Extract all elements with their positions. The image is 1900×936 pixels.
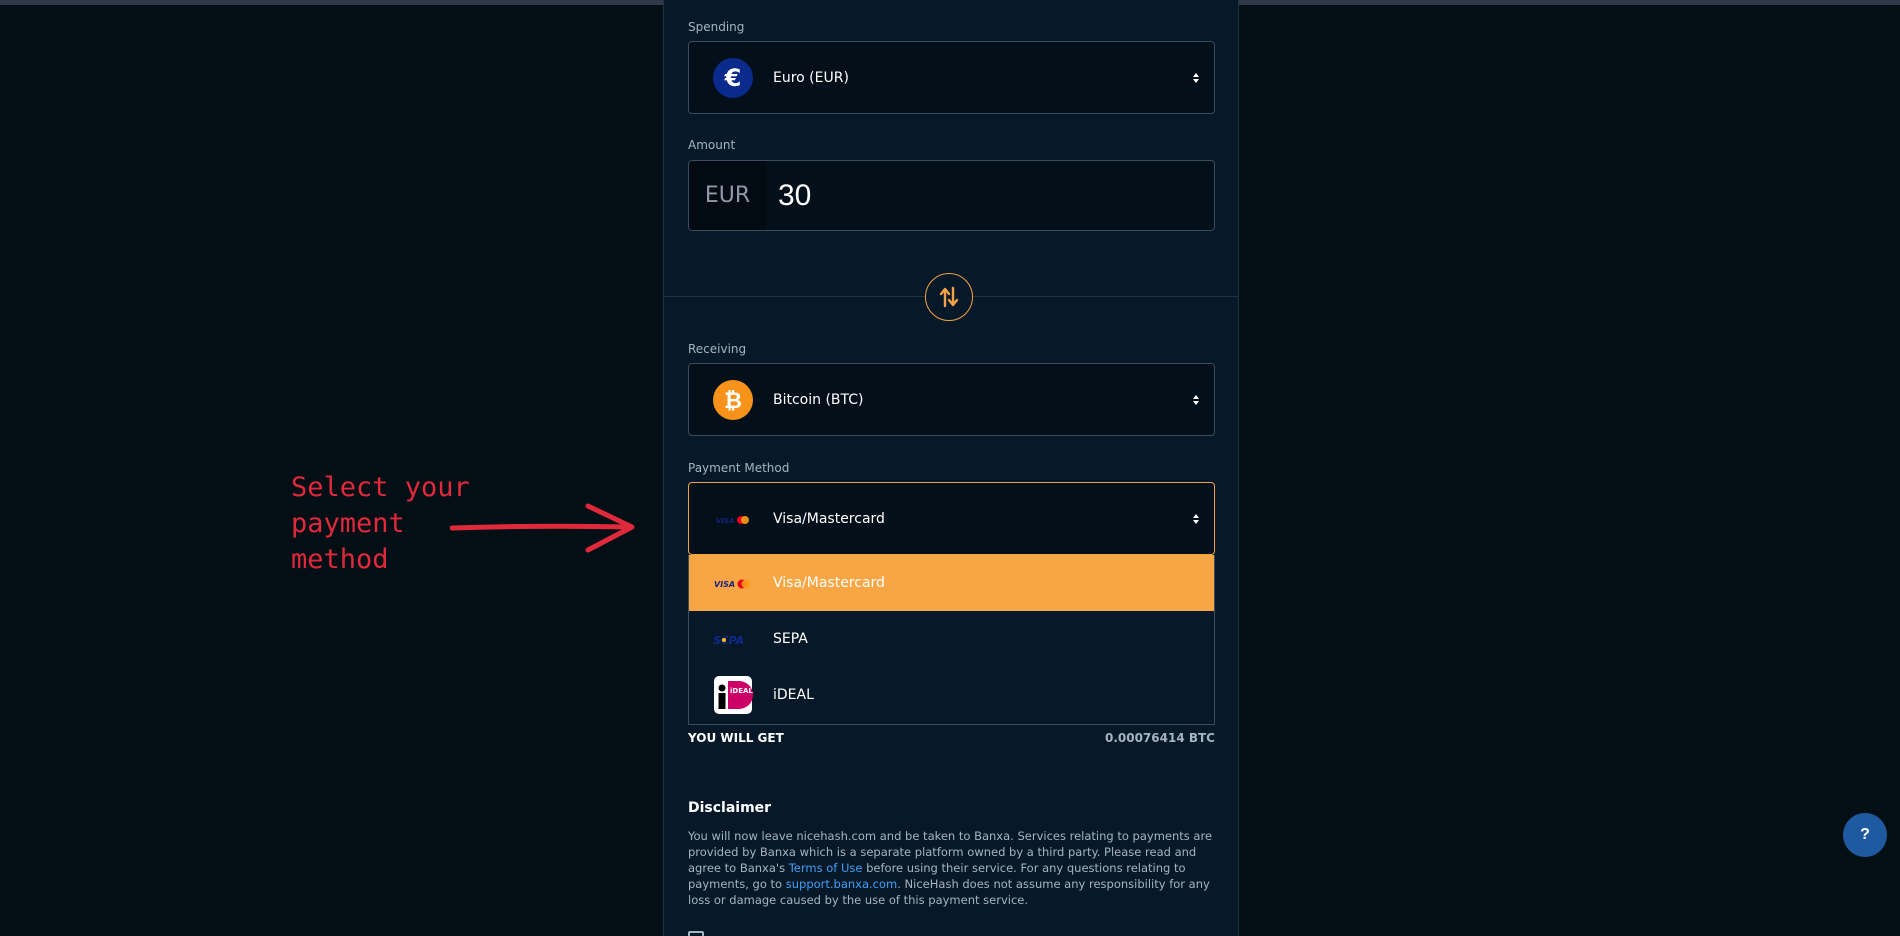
payment-method-dropdown: VISA Visa/Mastercard S€PA SEPA iDEAL iDE… xyxy=(688,555,1215,725)
receiving-currency: Bitcoin (BTC) xyxy=(773,391,864,408)
annotation-line: payment xyxy=(291,508,405,539)
help-button[interactable]: ? xyxy=(1843,813,1887,857)
payment-option-visa-mastercard[interactable]: VISA Visa/Mastercard xyxy=(689,555,1214,611)
svg-text:VISA: VISA xyxy=(714,580,735,589)
sort-caret-icon xyxy=(1193,513,1199,524)
bitcoin-icon: ₿ xyxy=(713,380,753,420)
payment-option-label: SEPA xyxy=(773,631,808,647)
receiving-select[interactable]: ₿ Bitcoin (BTC) xyxy=(688,363,1215,436)
spending-select[interactable]: € Euro (EUR) xyxy=(688,41,1215,114)
amount-input[interactable] xyxy=(766,161,1214,230)
you-will-get-row: YOU WILL GET 0.00076414 BTC xyxy=(688,731,1215,745)
sepa-icon: S€PA xyxy=(713,634,744,647)
swap-arrows-icon xyxy=(939,286,959,308)
ideal-icon: iDEAL xyxy=(714,676,753,714)
support-link[interactable]: support.banxa.com xyxy=(786,877,898,891)
buy-crypto-panel: Spending € Euro (EUR) Amount EUR Receivi… xyxy=(663,0,1239,936)
svg-text:€: € xyxy=(724,64,742,92)
annotation-arrow-icon xyxy=(450,503,635,553)
visa-mastercard-icon: VISA xyxy=(716,516,749,525)
amount-field: EUR xyxy=(688,160,1215,231)
payment-method-label: Payment Method xyxy=(688,461,790,475)
amount-label: Amount xyxy=(688,138,736,152)
svg-text:₿: ₿ xyxy=(724,389,742,414)
disclaimer-text: You will now leave nicehash.com and be t… xyxy=(688,828,1215,908)
amount-currency-prefix: EUR xyxy=(689,161,766,230)
sort-caret-icon xyxy=(1193,394,1199,405)
annotation-line: Select your xyxy=(291,472,470,503)
you-will-get-value: 0.00076414 BTC xyxy=(1104,731,1215,745)
payment-method-select[interactable]: VISA Visa/Mastercard xyxy=(688,482,1215,555)
payment-option-label: iDEAL xyxy=(773,687,814,703)
svg-text:VISA: VISA xyxy=(716,517,734,525)
spending-label: Spending xyxy=(688,20,745,34)
receiving-label: Receiving xyxy=(688,342,747,356)
sort-caret-icon xyxy=(1193,72,1199,83)
spending-currency: Euro (EUR) xyxy=(773,69,849,86)
disclaimer-title: Disclaimer xyxy=(688,800,772,816)
visa-mastercard-icon: VISA xyxy=(714,579,751,589)
you-will-get-label: YOU WILL GET xyxy=(688,731,784,745)
payment-option-ideal[interactable]: iDEAL iDEAL xyxy=(689,667,1214,723)
terms-of-use-link[interactable]: Terms of Use xyxy=(789,861,863,875)
payment-option-sepa[interactable]: S€PA SEPA xyxy=(689,611,1214,667)
svg-text:iDEAL: iDEAL xyxy=(730,687,753,695)
euro-icon: € xyxy=(713,58,753,98)
svg-text:S€PA: S€PA xyxy=(713,634,744,647)
annotation-line: method xyxy=(291,544,389,575)
agree-checkbox[interactable] xyxy=(688,931,704,936)
payment-method-selected: Visa/Mastercard xyxy=(773,510,885,527)
annotation-text: Select your payment method xyxy=(291,470,470,578)
payment-option-label: Visa/Mastercard xyxy=(773,575,885,591)
swap-button[interactable] xyxy=(925,273,973,321)
